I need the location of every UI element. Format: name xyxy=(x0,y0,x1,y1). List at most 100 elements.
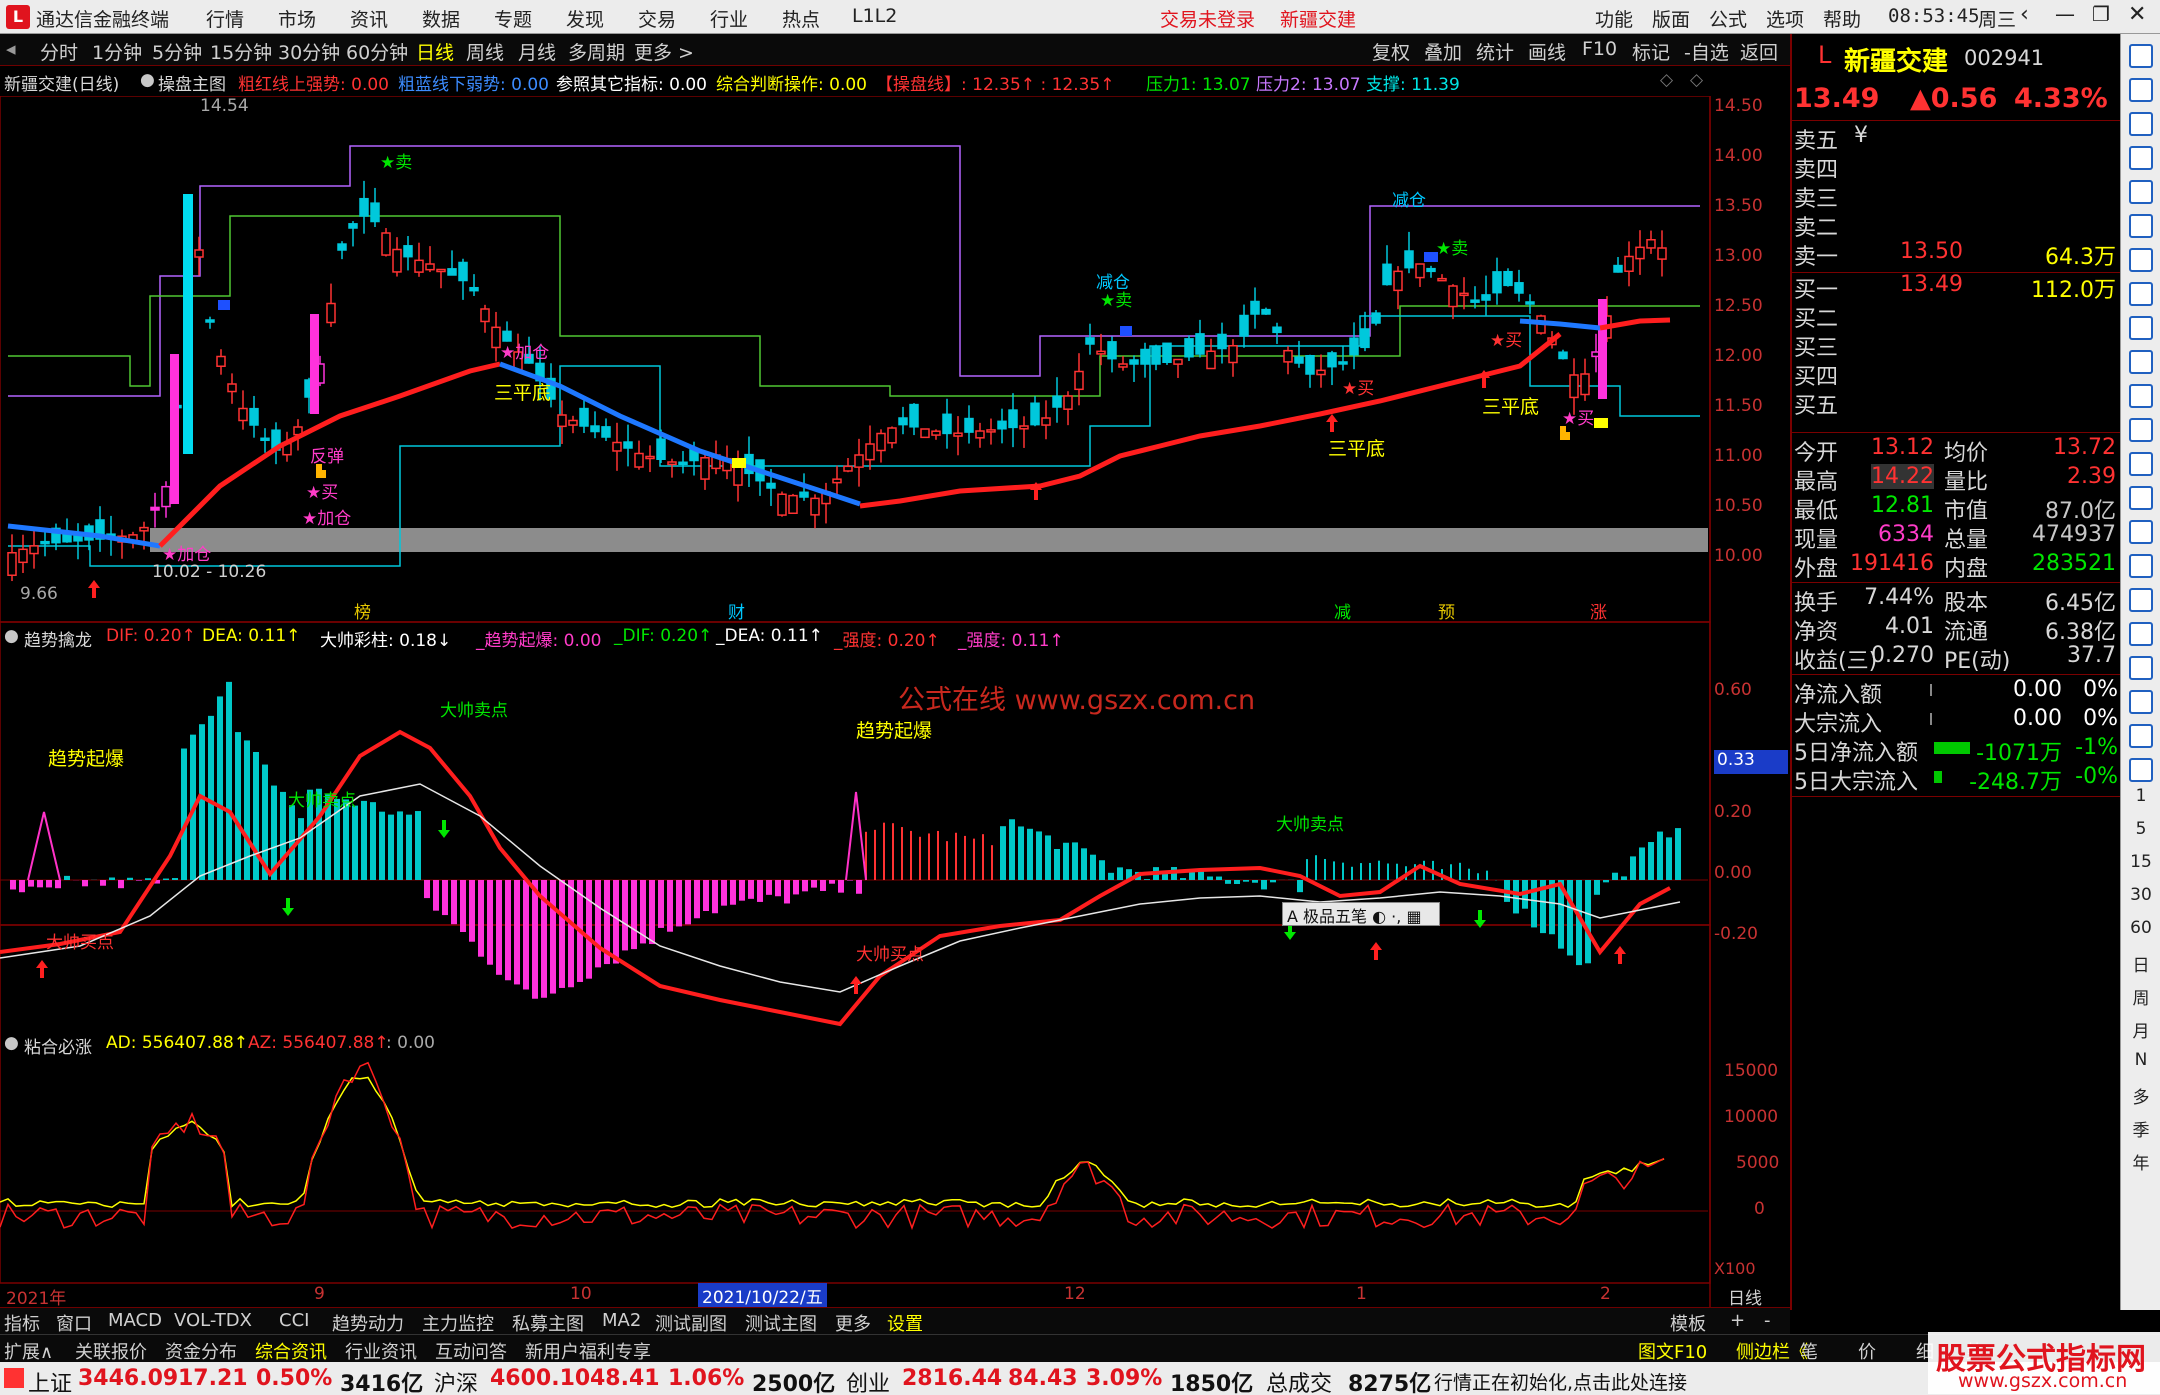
tool-fanhui[interactable]: 返回 xyxy=(1740,38,1778,65)
period-60min[interactable]: 60分钟 xyxy=(346,38,408,65)
side-tool-icon[interactable] xyxy=(2129,112,2153,136)
indicator-tab-7[interactable]: 私募主图 xyxy=(512,1310,584,1336)
side-tool-icon[interactable] xyxy=(2129,554,2153,578)
indicator-tab-11[interactable]: 更多 xyxy=(835,1310,871,1336)
ext-tab-2[interactable]: 资金分布 xyxy=(165,1338,237,1364)
ext-tab-3[interactable]: 综合资讯 xyxy=(255,1338,327,1364)
menu-faxian[interactable]: 发现 xyxy=(566,5,604,32)
window-close-icon[interactable]: ✕ xyxy=(2128,2,2146,27)
side-period-0[interactable]: 1 xyxy=(2121,786,2160,806)
side-tab-3[interactable]: 价 xyxy=(1858,1338,1876,1364)
side-tab-4[interactable]: 细 xyxy=(1916,1338,1934,1364)
connection-status[interactable]: 行情正在初始化,点击此处连接 xyxy=(1434,1368,1687,1395)
menu-zhuanti[interactable]: 专题 xyxy=(494,5,532,32)
menu-shuju[interactable]: 数据 xyxy=(422,5,460,32)
menu-gongneng[interactable]: 功能 xyxy=(1595,5,1633,32)
flow-row-0[interactable]: 净流入额 0.00 0% xyxy=(1792,676,2122,708)
indicator-tab-12[interactable]: 设置 xyxy=(887,1310,923,1336)
side-period-9[interactable]: 多 xyxy=(2121,1083,2160,1108)
side-tab-5[interactable]: 势 xyxy=(1966,1338,1984,1364)
chart-area[interactable] xyxy=(0,96,1790,1307)
ask-row-5[interactable]: 卖五 ¥ xyxy=(1792,122,2122,154)
side-tool-icon[interactable] xyxy=(2129,248,2153,272)
period-fenshi[interactable]: 分时 xyxy=(40,38,78,65)
period-weekly[interactable]: 周线 xyxy=(466,38,504,65)
period-5min[interactable]: 5分钟 xyxy=(152,38,202,65)
side-tool-icon[interactable] xyxy=(2129,486,2153,510)
window-minimize-icon[interactable]: — xyxy=(2055,2,2075,26)
menu-jiaoyi[interactable]: 交易 xyxy=(638,5,676,32)
side-tool-icon[interactable] xyxy=(2129,656,2153,680)
side-tool-icon[interactable] xyxy=(2129,350,2153,374)
template-tab-1[interactable]: + xyxy=(1730,1310,1745,1331)
ext-tab-6[interactable]: 新用户福利专享 xyxy=(525,1338,651,1364)
menu-hangqing[interactable]: 行情 xyxy=(206,5,244,32)
period-1min[interactable]: 1分钟 xyxy=(92,38,142,65)
trade-login-notice[interactable]: 交易未登录 xyxy=(1160,5,1255,32)
pane2-menu-icon[interactable]: ● xyxy=(4,626,19,646)
indicator-tab-1[interactable]: 窗口 xyxy=(56,1310,92,1336)
period-monthly[interactable]: 月线 xyxy=(518,38,556,65)
menu-zixun[interactable]: 资讯 xyxy=(350,5,388,32)
tool-f10[interactable]: F10 xyxy=(1582,38,1617,60)
main-formula-name[interactable]: 操盘主图 xyxy=(158,70,226,95)
window-back-icon[interactable]: ‹ xyxy=(2020,2,2029,27)
indicator-tab-4[interactable]: CCI xyxy=(279,1310,309,1331)
tool-zixuan[interactable]: -自选 xyxy=(1684,38,1729,65)
menu-redian[interactable]: 热点 xyxy=(782,5,820,32)
ask-row-4[interactable]: 卖四 xyxy=(1792,151,2122,183)
indicator-tab-10[interactable]: 测试主图 xyxy=(745,1310,817,1336)
tool-huaxian[interactable]: 画线 xyxy=(1528,38,1566,65)
side-tool-icon[interactable] xyxy=(2129,520,2153,544)
pane-expand-icon[interactable]: ◇ xyxy=(1690,70,1703,90)
tool-diejia[interactable]: 叠加 xyxy=(1424,38,1462,65)
flow-row-3[interactable]: 5日大宗流入 -248.7万 -0% xyxy=(1792,763,2122,795)
template-tab-0[interactable]: 模板 xyxy=(1670,1310,1706,1336)
side-period-11[interactable]: 年 xyxy=(2121,1149,2160,1174)
period-15min[interactable]: 15分钟 xyxy=(210,38,272,65)
side-period-10[interactable]: 季 xyxy=(2121,1116,2160,1141)
side-period-5[interactable]: 日 xyxy=(2121,951,2160,976)
indicator-tab-9[interactable]: 测试副图 xyxy=(655,1310,727,1336)
cy-label[interactable]: 创业 xyxy=(846,1366,890,1395)
menu-bangzhu[interactable]: 帮助 xyxy=(1823,5,1861,32)
ime-toolbar[interactable]: A 极品五笔 ◐ ·, ▦ xyxy=(1282,902,1440,926)
side-tool-icon[interactable] xyxy=(2129,316,2153,340)
x-axis-period[interactable]: 日线 xyxy=(1728,1284,1762,1309)
window-restore-icon[interactable]: ❐ xyxy=(2092,2,2110,26)
indicator-tab-2[interactable]: MACD xyxy=(108,1310,162,1331)
current-stock-notice[interactable]: 新疆交建 xyxy=(1280,5,1356,32)
template-tab-2[interactable]: - xyxy=(1764,1310,1771,1331)
ext-tab-0[interactable]: 扩展∧ xyxy=(4,1338,53,1364)
pane-diamond-icon[interactable]: ◇ xyxy=(1660,70,1673,90)
pane2-title[interactable]: 趋势擒龙 xyxy=(24,626,92,651)
tool-biaoji[interactable]: 标记 xyxy=(1632,38,1670,65)
ext-tab-5[interactable]: 互动问答 xyxy=(435,1338,507,1364)
pane3-title[interactable]: 粘合必涨 xyxy=(24,1033,92,1058)
side-tool-icon[interactable] xyxy=(2129,146,2153,170)
side-period-8[interactable]: N xyxy=(2121,1050,2160,1070)
menu-gongshi[interactable]: 公式 xyxy=(1709,5,1747,32)
indicator-tab-3[interactable]: VOL-TDX xyxy=(174,1310,252,1331)
bid-row-2[interactable]: 买二 xyxy=(1792,300,2122,332)
formula-dropdown-icon[interactable]: ● xyxy=(140,70,155,90)
side-tool-icon[interactable] xyxy=(2129,384,2153,408)
side-tool-icon[interactable] xyxy=(2129,44,2153,68)
collapse-arrow-icon[interactable]: ◂ xyxy=(6,38,16,60)
side-tool-icon[interactable] xyxy=(2129,180,2153,204)
menu-hangye[interactable]: 行业 xyxy=(710,5,748,32)
period-30min[interactable]: 30分钟 xyxy=(278,38,340,65)
bid-row-1[interactable]: 买一 13.49 112.0万 xyxy=(1792,271,2122,303)
hs-label[interactable]: 沪深 xyxy=(434,1366,478,1395)
side-period-4[interactable]: 60 xyxy=(2121,918,2160,938)
side-period-7[interactable]: 月 xyxy=(2121,1017,2160,1042)
side-tool-icon[interactable] xyxy=(2129,418,2153,442)
tool-tongji[interactable]: 统计 xyxy=(1476,38,1514,65)
side-period-6[interactable]: 周 xyxy=(2121,984,2160,1009)
bid-row-3[interactable]: 买三 xyxy=(1792,329,2122,361)
side-tool-icon[interactable] xyxy=(2129,758,2153,782)
bid-row-4[interactable]: 买四 xyxy=(1792,358,2122,390)
indicator-tab-8[interactable]: MA2 xyxy=(602,1310,641,1331)
flow-row-1[interactable]: 大宗流入 0.00 0% xyxy=(1792,705,2122,737)
flow-row-2[interactable]: 5日净流入额 -1071万 -1% xyxy=(1792,734,2122,766)
